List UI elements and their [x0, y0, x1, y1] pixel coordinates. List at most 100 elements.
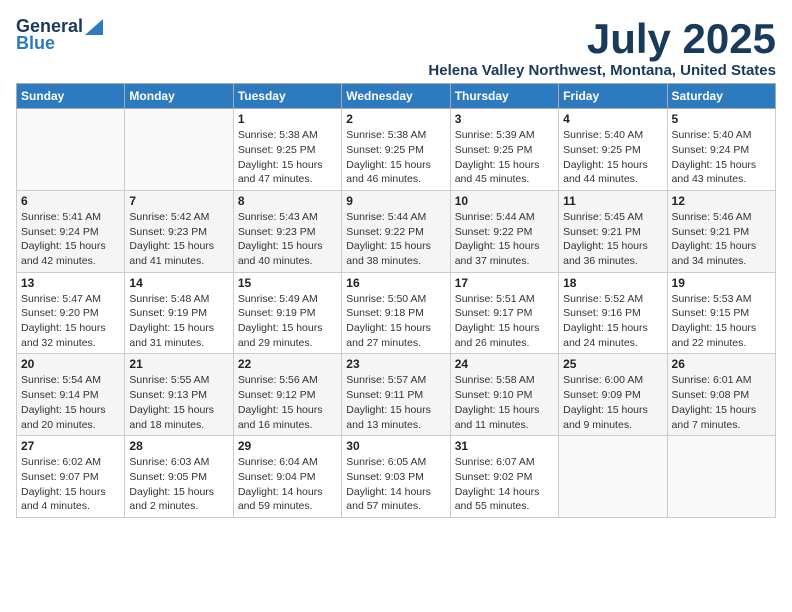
day-number: 21 — [129, 357, 228, 371]
day-number: 26 — [672, 357, 771, 371]
calendar-cell: 24Sunrise: 5:58 AMSunset: 9:10 PMDayligh… — [450, 354, 558, 436]
calendar-cell: 2 Sunrise: 5:38 AMSunset: 9:25 PMDaylight… — [342, 109, 450, 191]
calendar-cell: 1 Sunrise: 5:38 AMSunset: 9:25 PMDaylight… — [233, 109, 341, 191]
calendar-cell: 16 Sunrise: 5:50 AMSunset: 9:18 PMDayligh… — [342, 272, 450, 354]
day-detail: Sunrise: 5:55 AMSunset: 9:13 PMDaylight:… — [129, 373, 228, 432]
day-number: 19 — [672, 276, 771, 290]
calendar-cell: 26 Sunrise: 6:01 AMSunset: 9:08 PMDayligh… — [667, 354, 775, 436]
day-detail: Sunrise: 6:03 AMSunset: 9:05 PMDaylight:… — [129, 455, 228, 514]
calendar-cell: 11Sunrise: 5:45 AMSunset: 9:21 PMDayligh… — [559, 190, 667, 272]
day-number: 31 — [455, 439, 554, 453]
day-number: 6 — [21, 194, 120, 208]
day-number: 14 — [129, 276, 228, 290]
calendar-cell: 5 Sunrise: 5:40 AMSunset: 9:24 PMDaylight… — [667, 109, 775, 191]
day-detail: Sunrise: 5:46 AMSunset: 9:21 PMDaylight:… — [672, 210, 771, 269]
day-number: 8 — [238, 194, 337, 208]
day-detail: Sunrise: 6:02 AMSunset: 9:07 PMDaylight:… — [21, 455, 120, 514]
calendar-cell: 7 Sunrise: 5:42 AMSunset: 9:23 PMDaylight… — [125, 190, 233, 272]
day-number: 13 — [21, 276, 120, 290]
day-detail: Sunrise: 6:07 AMSunset: 9:02 PMDaylight:… — [455, 455, 554, 514]
calendar-cell: 28Sunrise: 6:03 AMSunset: 9:05 PMDayligh… — [125, 436, 233, 518]
title-block: July 2025 Helena Valley Northwest, Monta… — [428, 16, 776, 79]
calendar-cell: 23Sunrise: 5:57 AMSunset: 9:11 PMDayligh… — [342, 354, 450, 436]
day-detail: Sunrise: 5:47 AMSunset: 9:20 PMDaylight:… — [21, 292, 120, 351]
day-detail: Sunrise: 5:45 AMSunset: 9:21 PMDaylight:… — [563, 210, 662, 269]
day-detail: Sunrise: 5:43 AMSunset: 9:23 PMDaylight:… — [238, 210, 337, 269]
day-detail: Sunrise: 5:56 AMSunset: 9:12 PMDaylight:… — [238, 373, 337, 432]
calendar-cell: 6 Sunrise: 5:41 AMSunset: 9:24 PMDaylight… — [17, 190, 125, 272]
day-detail: Sunrise: 5:40 AMSunset: 9:25 PMDaylight:… — [563, 128, 662, 187]
day-number: 25 — [563, 357, 662, 371]
weekday-row: SundayMondayTuesdayWednesdayThursdayFrid… — [17, 84, 776, 109]
day-detail: Sunrise: 5:51 AMSunset: 9:17 PMDaylight:… — [455, 292, 554, 351]
day-detail: Sunrise: 5:40 AMSunset: 9:24 PMDaylight:… — [672, 128, 771, 187]
day-number: 10 — [455, 194, 554, 208]
calendar-header: SundayMondayTuesdayWednesdayThursdayFrid… — [17, 84, 776, 109]
page-header: General Blue July 2025 Helena Valley Nor… — [16, 16, 776, 79]
day-detail: Sunrise: 6:05 AMSunset: 9:03 PMDaylight:… — [346, 455, 445, 514]
calendar-cell: 4 Sunrise: 5:40 AMSunset: 9:25 PMDaylight… — [559, 109, 667, 191]
weekday-header-friday: Friday — [559, 84, 667, 109]
week-row-4: 20 Sunrise: 5:54 AMSunset: 9:14 PMDayligh… — [17, 354, 776, 436]
day-detail: Sunrise: 5:38 AMSunset: 9:25 PMDaylight:… — [238, 128, 337, 187]
weekday-header-thursday: Thursday — [450, 84, 558, 109]
calendar-cell — [667, 436, 775, 518]
day-number: 9 — [346, 194, 445, 208]
day-detail: Sunrise: 5:42 AMSunset: 9:23 PMDaylight:… — [129, 210, 228, 269]
day-detail: Sunrise: 6:01 AMSunset: 9:08 PMDaylight:… — [672, 373, 771, 432]
calendar-body: 1 Sunrise: 5:38 AMSunset: 9:25 PMDaylight… — [17, 109, 776, 518]
day-detail: Sunrise: 5:49 AMSunset: 9:19 PMDaylight:… — [238, 292, 337, 351]
calendar-cell: 30 Sunrise: 6:05 AMSunset: 9:03 PMDayligh… — [342, 436, 450, 518]
day-number: 20 — [21, 357, 120, 371]
day-number: 22 — [238, 357, 337, 371]
day-number: 2 — [346, 112, 445, 126]
calendar-cell: 8 Sunrise: 5:43 AMSunset: 9:23 PMDaylight… — [233, 190, 341, 272]
day-number: 27 — [21, 439, 120, 453]
day-number: 17 — [455, 276, 554, 290]
day-number: 29 — [238, 439, 337, 453]
weekday-header-saturday: Saturday — [667, 84, 775, 109]
day-number: 16 — [346, 276, 445, 290]
day-detail: Sunrise: 5:57 AMSunset: 9:11 PMDaylight:… — [346, 373, 445, 432]
week-row-1: 1 Sunrise: 5:38 AMSunset: 9:25 PMDaylight… — [17, 109, 776, 191]
day-number: 1 — [238, 112, 337, 126]
calendar-cell: 27 Sunrise: 6:02 AMSunset: 9:07 PMDayligh… — [17, 436, 125, 518]
day-number: 18 — [563, 276, 662, 290]
day-detail: Sunrise: 5:39 AMSunset: 9:25 PMDaylight:… — [455, 128, 554, 187]
day-detail: Sunrise: 5:41 AMSunset: 9:24 PMDaylight:… — [21, 210, 120, 269]
calendar-cell: 15Sunrise: 5:49 AMSunset: 9:19 PMDayligh… — [233, 272, 341, 354]
day-detail: Sunrise: 5:50 AMSunset: 9:18 PMDaylight:… — [346, 292, 445, 351]
day-detail: Sunrise: 6:04 AMSunset: 9:04 PMDaylight:… — [238, 455, 337, 514]
weekday-header-sunday: Sunday — [17, 84, 125, 109]
calendar-cell: 18Sunrise: 5:52 AMSunset: 9:16 PMDayligh… — [559, 272, 667, 354]
day-number: 5 — [672, 112, 771, 126]
logo: General Blue — [16, 16, 103, 54]
day-detail: Sunrise: 5:53 AMSunset: 9:15 PMDaylight:… — [672, 292, 771, 351]
calendar-cell: 29 Sunrise: 6:04 AMSunset: 9:04 PMDayligh… — [233, 436, 341, 518]
day-detail: Sunrise: 5:44 AMSunset: 9:22 PMDaylight:… — [346, 210, 445, 269]
week-row-2: 6 Sunrise: 5:41 AMSunset: 9:24 PMDaylight… — [17, 190, 776, 272]
calendar-cell: 14 Sunrise: 5:48 AMSunset: 9:19 PMDayligh… — [125, 272, 233, 354]
weekday-header-tuesday: Tuesday — [233, 84, 341, 109]
day-detail: Sunrise: 6:00 AMSunset: 9:09 PMDaylight:… — [563, 373, 662, 432]
calendar-cell: 9 Sunrise: 5:44 AMSunset: 9:22 PMDaylight… — [342, 190, 450, 272]
week-row-5: 27 Sunrise: 6:02 AMSunset: 9:07 PMDayligh… — [17, 436, 776, 518]
day-number: 4 — [563, 112, 662, 126]
day-number: 7 — [129, 194, 228, 208]
calendar-cell: 22 Sunrise: 5:56 AMSunset: 9:12 PMDayligh… — [233, 354, 341, 436]
day-number: 3 — [455, 112, 554, 126]
calendar-table: SundayMondayTuesdayWednesdayThursdayFrid… — [16, 83, 776, 518]
day-number: 24 — [455, 357, 554, 371]
calendar-cell: 19 Sunrise: 5:53 AMSunset: 9:15 PMDayligh… — [667, 272, 775, 354]
calendar-cell — [17, 109, 125, 191]
weekday-header-wednesday: Wednesday — [342, 84, 450, 109]
day-detail: Sunrise: 5:54 AMSunset: 9:14 PMDaylight:… — [21, 373, 120, 432]
day-detail: Sunrise: 5:48 AMSunset: 9:19 PMDaylight:… — [129, 292, 228, 351]
location-title: Helena Valley Northwest, Montana, United… — [428, 62, 776, 79]
calendar-cell: 20 Sunrise: 5:54 AMSunset: 9:14 PMDayligh… — [17, 354, 125, 436]
calendar-cell — [125, 109, 233, 191]
week-row-3: 13 Sunrise: 5:47 AMSunset: 9:20 PMDayligh… — [17, 272, 776, 354]
day-detail: Sunrise: 5:38 AMSunset: 9:25 PMDaylight:… — [346, 128, 445, 187]
day-number: 30 — [346, 439, 445, 453]
calendar-cell: 17 Sunrise: 5:51 AMSunset: 9:17 PMDayligh… — [450, 272, 558, 354]
